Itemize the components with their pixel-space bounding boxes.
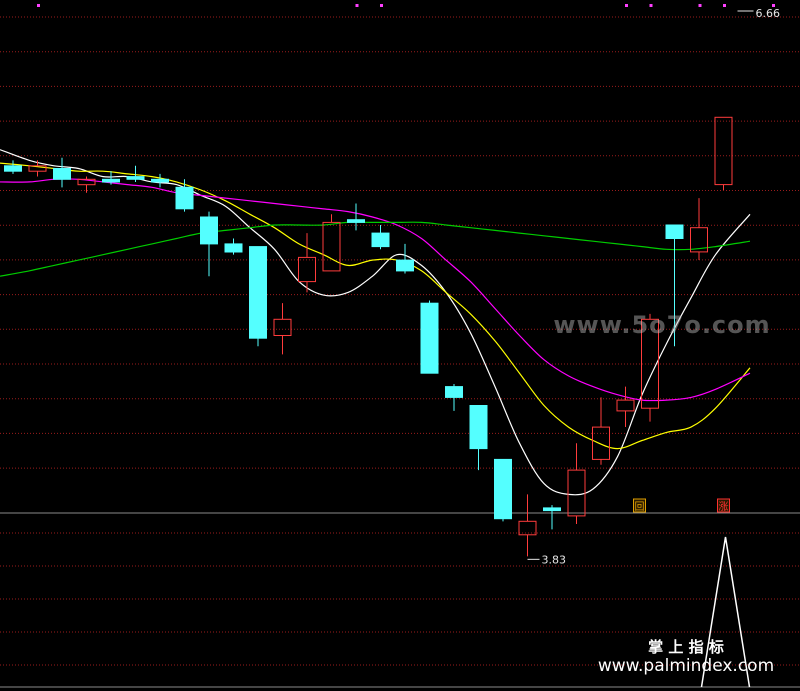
candle-body	[175, 186, 194, 210]
candle-body	[469, 405, 488, 450]
candle-body	[102, 178, 120, 183]
signal-badge: 回	[633, 498, 646, 513]
candle-body	[4, 165, 22, 172]
candle-body	[200, 216, 218, 245]
candle	[494, 458, 512, 522]
top-marker	[698, 4, 702, 7]
candle-body	[151, 178, 169, 183]
high-label: 6.66	[756, 7, 781, 20]
watermark-site-2: www.palmindex.com	[598, 656, 774, 676]
top-marker	[649, 4, 653, 7]
candle-body	[53, 168, 71, 180]
candle-body	[347, 219, 365, 223]
top-marker	[380, 4, 383, 7]
candle-body	[665, 224, 684, 239]
candle-body	[420, 302, 439, 374]
signal-badge: 涨	[717, 498, 730, 513]
candle-body	[249, 246, 267, 339]
candle	[420, 300, 439, 374]
stock-chart: 6.66 3.83 回 涨 www.5o7o.com 掌 上 指 标 www.pa…	[0, 0, 800, 691]
top-marker	[355, 4, 359, 7]
signal-badge-text: 回	[635, 501, 645, 513]
candle-body	[494, 458, 512, 520]
candle	[249, 246, 267, 347]
top-marker	[625, 4, 628, 7]
candle-body	[371, 232, 390, 248]
chart-background	[0, 0, 800, 691]
low-label: 3.83	[542, 553, 567, 566]
watermark-cn-name: 掌 上 指 标	[648, 638, 724, 656]
candle-body	[224, 243, 243, 253]
candle-body	[126, 176, 145, 180]
candle-body	[445, 386, 463, 398]
candle-body	[396, 259, 414, 272]
top-marker	[723, 4, 726, 7]
top-marker	[37, 4, 40, 7]
candle-body	[543, 507, 561, 512]
watermark-site-1: www.5o7o.com	[553, 311, 770, 339]
signal-badge-text: 涨	[719, 501, 729, 513]
